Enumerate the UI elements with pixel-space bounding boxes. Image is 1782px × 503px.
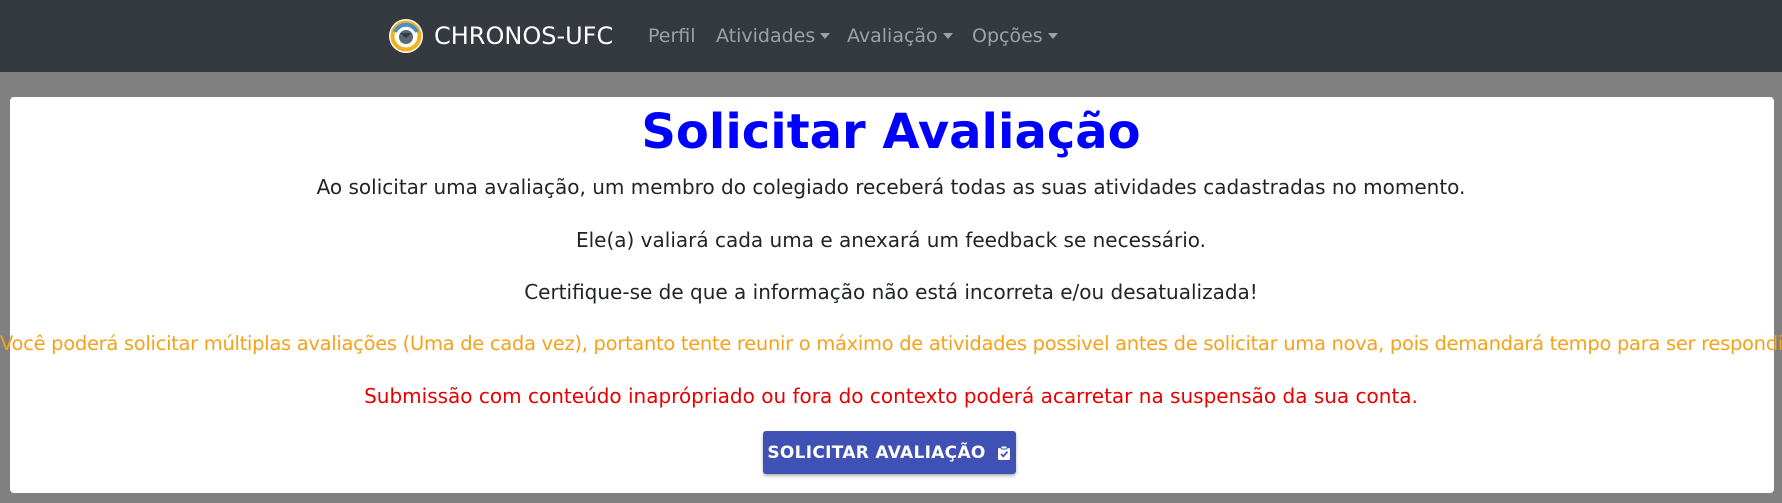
warning-paragraph: Você poderá solicitar múltiplas avaliaçõ…	[0, 332, 1782, 355]
nav-opcoes-dropdown[interactable]: Opções	[972, 22, 1058, 50]
chronos-logo-icon	[389, 19, 423, 53]
brand-name: CHRONOS-UFC	[434, 22, 614, 50]
caret-down-icon	[942, 33, 953, 39]
info-paragraph-3: Certifique-se de que a informação não es…	[524, 280, 1258, 304]
info-paragraph-1: Ao solicitar uma avaliação, um membro do…	[316, 175, 1466, 199]
nav-atividades-label: Atividades	[716, 25, 816, 47]
caret-down-icon	[820, 33, 831, 39]
danger-paragraph: Submissão com conteúdo inaprópriado ou f…	[364, 384, 1418, 408]
nav-perfil[interactable]: Perfil	[648, 22, 696, 50]
nav-perfil-label: Perfil	[648, 25, 696, 47]
nav-avaliacao-label: Avaliação	[847, 25, 938, 47]
nav-opcoes-label: Opções	[972, 25, 1043, 47]
clipboard-check-icon	[997, 445, 1010, 460]
navbar: CHRONOS-UFC Perfil Atividades Avaliação …	[0, 0, 1782, 72]
request-evaluation-label: SOLICITAR AVALIAÇÃO	[767, 442, 986, 463]
info-paragraph-2: Ele(a) valiará cada uma e anexará um fee…	[575, 228, 1207, 252]
nav-avaliacao-dropdown[interactable]: Avaliação	[847, 22, 953, 50]
caret-down-icon	[1047, 33, 1058, 39]
request-evaluation-button[interactable]: SOLICITAR AVALIAÇÃO	[763, 431, 1016, 474]
nav-atividades-dropdown[interactable]: Atividades	[716, 22, 831, 50]
page-title: Solicitar Avaliação	[641, 104, 1141, 160]
brand-link[interactable]: CHRONOS-UFC	[388, 18, 613, 54]
